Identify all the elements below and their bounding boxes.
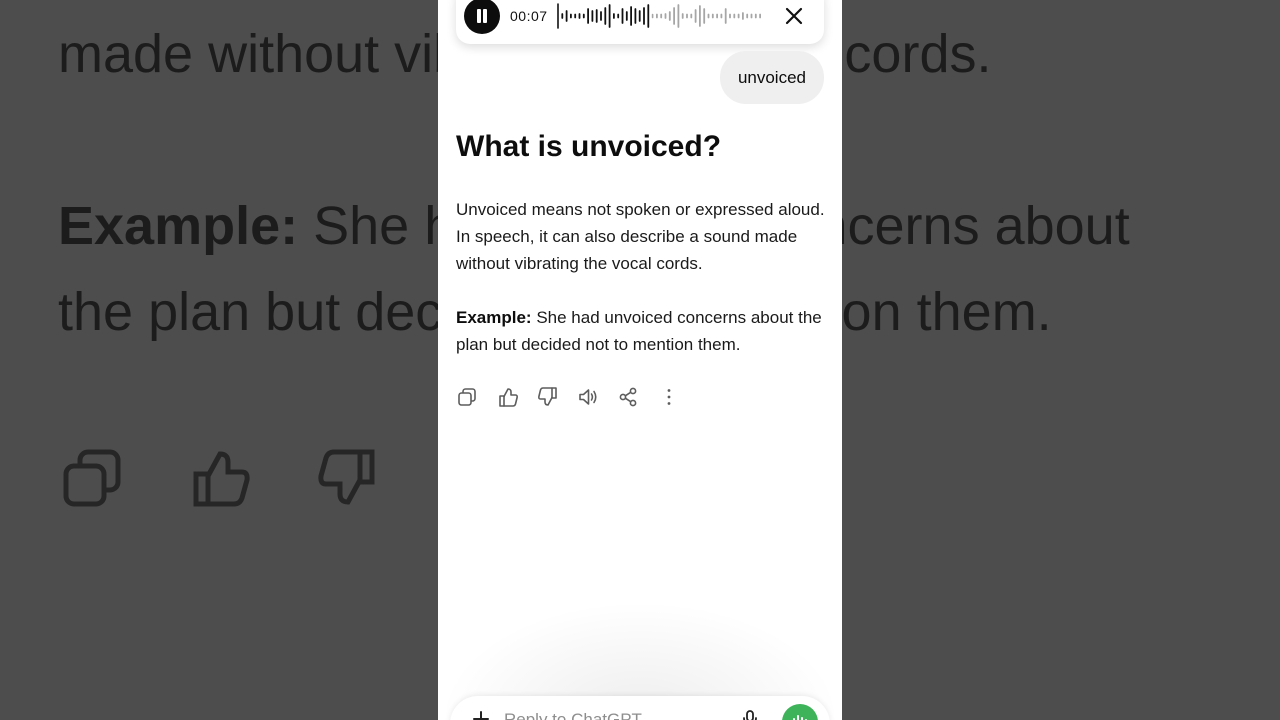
- chat-screen: 00:07 unvoiced What is unvoiced? Unvoice…: [438, 0, 842, 720]
- close-icon[interactable]: [782, 4, 806, 28]
- background-thumbs-up-icon: [193, 451, 250, 507]
- voice-mode-button[interactable]: [782, 704, 818, 720]
- thumbs-up-button[interactable]: [497, 386, 519, 408]
- voice-recording-bar: 00:07: [456, 0, 824, 44]
- answer-title: What is unvoiced?: [456, 130, 722, 163]
- background-copy-icon: [63, 449, 121, 507]
- answer-example: Example: She had unvoiced concerns about…: [456, 304, 826, 358]
- microphone-icon[interactable]: [742, 710, 758, 720]
- example-label: Example:: [456, 308, 532, 327]
- screen: made without vibrating the vocal cords. …: [0, 0, 1280, 720]
- message-input[interactable]: [504, 710, 724, 720]
- more-button[interactable]: [658, 386, 680, 408]
- copy-button[interactable]: [456, 386, 478, 408]
- thumbs-down-button[interactable]: [537, 386, 559, 408]
- copy-icon: [458, 388, 476, 406]
- thumbs-down-icon: [538, 387, 557, 406]
- waveform-icon: [557, 3, 762, 29]
- answer-definition: Unvoiced means not spoken or expressed a…: [456, 200, 825, 273]
- composer-bar: [450, 696, 830, 720]
- voice-waveform-icon: [793, 715, 807, 720]
- plus-icon[interactable]: [472, 710, 490, 720]
- read-aloud-button[interactable]: [577, 386, 599, 408]
- background-thumbs-down-icon: [318, 449, 375, 505]
- thumbs-up-icon: [499, 388, 518, 407]
- user-message-bubble: unvoiced: [719, 51, 824, 104]
- share-button[interactable]: [617, 386, 639, 408]
- more-icon: [667, 389, 671, 405]
- pause-button[interactable]: [464, 0, 500, 34]
- share-icon: [619, 387, 637, 407]
- background-example-label: Example:: [58, 196, 299, 256]
- recording-time: 00:07: [510, 8, 548, 24]
- speaker-icon: [579, 389, 597, 405]
